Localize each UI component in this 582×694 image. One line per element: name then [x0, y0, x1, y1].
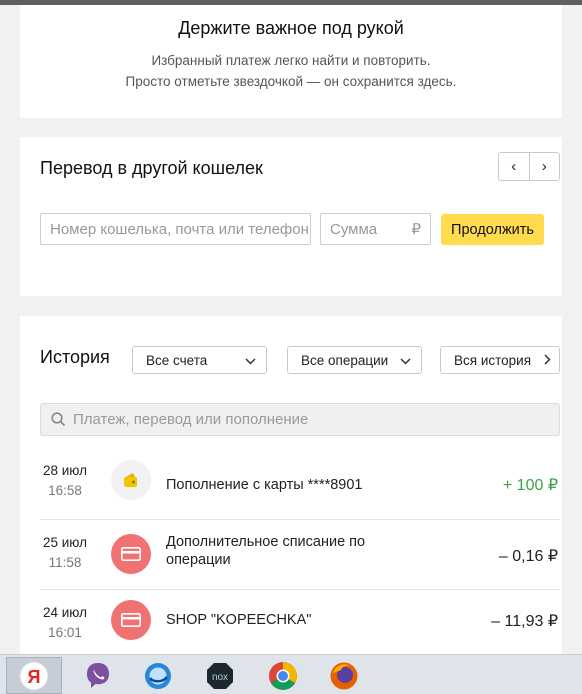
chevron-right-icon: [544, 353, 551, 368]
chevron-down-icon: [400, 353, 411, 368]
ruble-sign: ₽: [411, 221, 421, 238]
history-description: Пополнение с карты ****8901: [166, 477, 363, 493]
svg-text:Я: Я: [28, 667, 41, 687]
card-icon: [111, 534, 151, 574]
all-history-label: Вся история: [454, 352, 532, 368]
wallet-input-placeholder: Номер кошелька, почта или телефон: [50, 220, 309, 238]
all-history-button[interactable]: Вся история: [440, 346, 560, 374]
operations-filter-select[interactable]: Все операции: [287, 346, 422, 374]
next-button[interactable]: ›: [528, 153, 560, 180]
sum-input[interactable]: Сумма ₽: [320, 213, 431, 245]
history-amount: + 100 ₽: [502, 477, 558, 494]
search-icon: [51, 412, 66, 427]
history-amount: – 0,16 ₽: [498, 548, 558, 565]
nox-icon[interactable]: nox: [192, 657, 248, 694]
history-description: SHOP "KOPEECHKA": [166, 612, 312, 628]
history-amount: – 11,93 ₽: [491, 613, 558, 630]
history-row[interactable]: 28 июл 16:58 Пополнение с карты ****8901…: [40, 450, 560, 520]
continue-button[interactable]: Продолжить: [441, 214, 544, 245]
prev-button[interactable]: ‹: [499, 153, 529, 180]
yandex-browser-icon[interactable]: Я: [6, 657, 62, 694]
history-row[interactable]: 25 июл 11:58 Дополнительное списание по …: [40, 520, 560, 590]
history-date: 25 июл 11:58: [40, 533, 90, 573]
history-date: 28 июл 16:58: [40, 461, 90, 501]
wallet-input[interactable]: Номер кошелька, почта или телефон: [40, 213, 311, 245]
history-time: 11:58: [48, 555, 82, 570]
history-day: 28 июл: [42, 463, 87, 478]
history-search-placeholder: Платеж, перевод или пополнение: [73, 411, 309, 428]
chevron-down-icon: [245, 353, 256, 368]
history-day: 24 июл: [42, 605, 87, 620]
transfer-pager: ‹ ›: [498, 152, 560, 181]
wallet-icon: [111, 460, 151, 500]
history-title: История: [40, 347, 110, 367]
history-date: 24 июл 16:01: [40, 603, 90, 643]
operations-filter-value: Все операции: [301, 352, 389, 368]
favorites-card: Держите важное под рукой Избранный плате…: [20, 5, 562, 118]
cyberduck-icon[interactable]: [130, 657, 186, 694]
history-time: 16:58: [48, 483, 82, 498]
taskbar: Я nox: [0, 654, 582, 694]
favorites-description: Избранный платеж легко найти и повторить…: [20, 50, 562, 92]
firefox-icon[interactable]: [316, 657, 372, 694]
favorites-title: Держите важное под рукой: [178, 18, 404, 38]
history-search-input[interactable]: Платеж, перевод или пополнение: [40, 403, 560, 436]
history-description: Дополнительное списание по операции: [166, 534, 366, 568]
favorites-line-2: Просто отметьте звездочкой — он сохранит…: [125, 74, 457, 89]
accounts-filter-select[interactable]: Все счета: [132, 346, 267, 374]
card-icon: [111, 600, 151, 640]
favorites-line-1: Избранный платеж легко найти и повторить…: [151, 53, 431, 68]
history-card: История Все счета Все операции Вся истор…: [20, 316, 562, 656]
chrome-icon[interactable]: [255, 657, 311, 694]
history-day: 25 июл: [42, 535, 87, 550]
accounts-filter-value: Все счета: [146, 352, 208, 368]
history-row[interactable]: 24 июл 16:01 SHOP "KOPEECHKA" – 11,93 ₽: [40, 590, 560, 660]
history-time: 16:01: [48, 625, 82, 640]
transfer-card: Перевод в другой кошелек ‹ › Номер кошел…: [20, 137, 562, 296]
sum-input-placeholder: Сумма: [330, 220, 378, 238]
viber-icon[interactable]: [70, 657, 126, 694]
nox-label: nox: [212, 672, 228, 683]
transfer-title: Перевод в другой кошелек: [40, 158, 263, 178]
